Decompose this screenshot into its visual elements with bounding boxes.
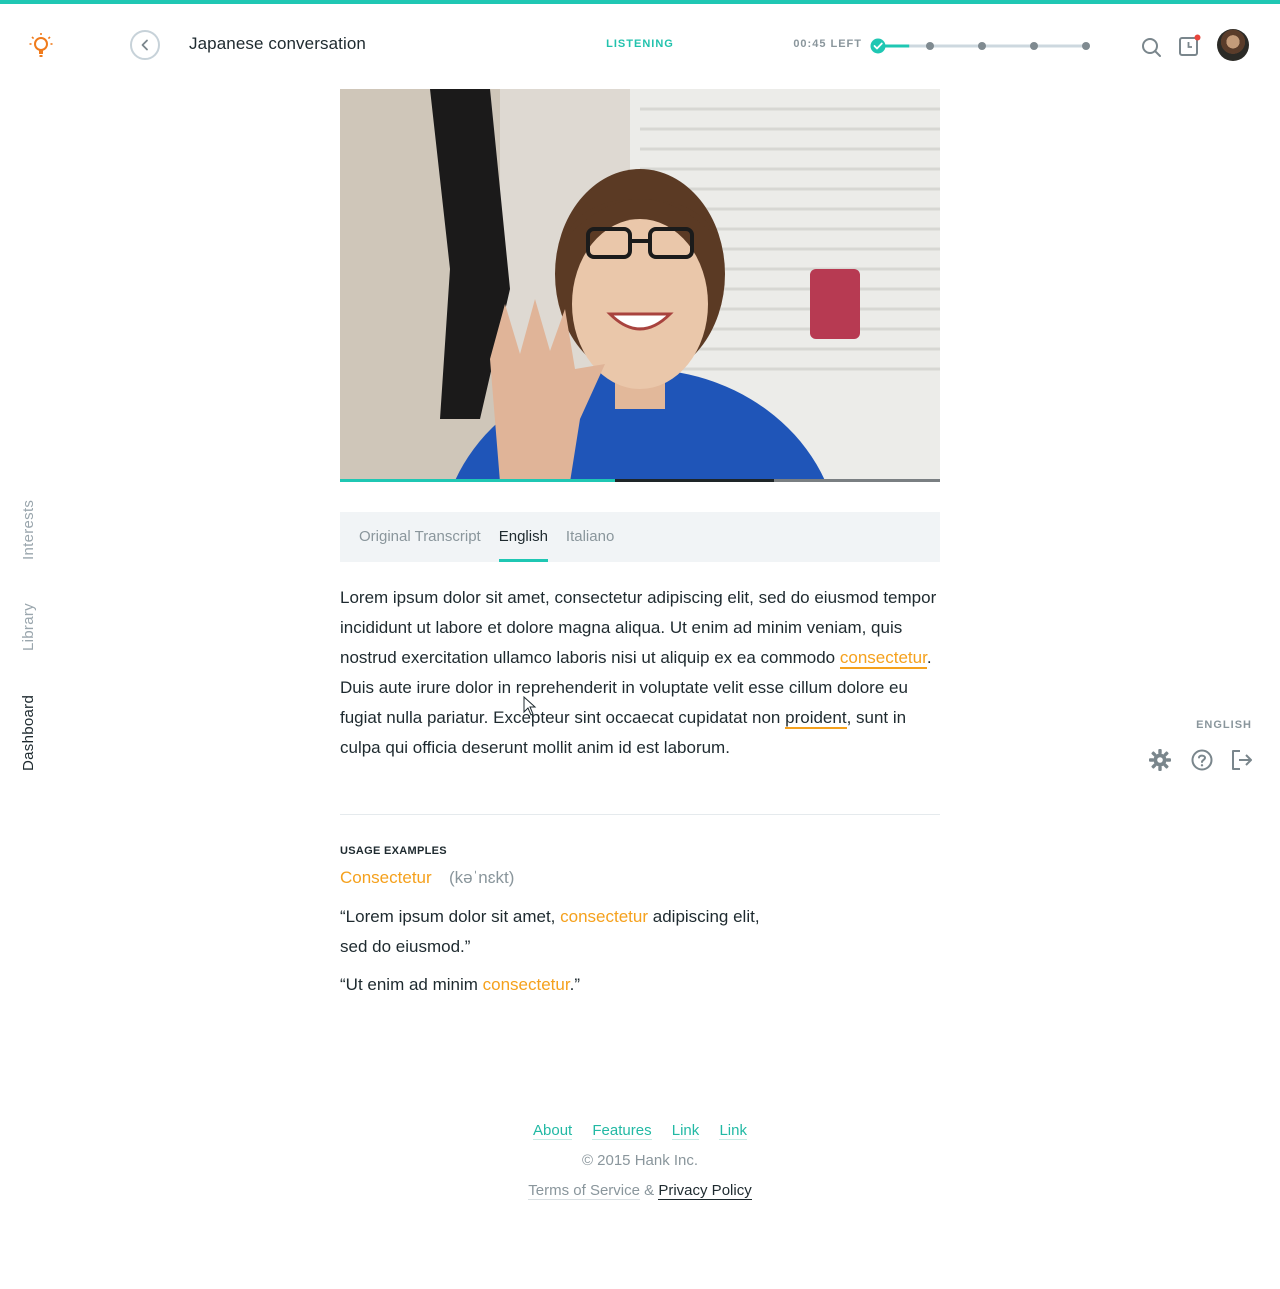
search-icon[interactable] bbox=[1140, 36, 1162, 58]
usage-word[interactable]: Consectetur bbox=[340, 868, 432, 888]
video-player[interactable] bbox=[340, 89, 940, 482]
example-text: “Ut enim ad minim bbox=[340, 975, 483, 994]
terms-of-service-link[interactable]: Terms of Service bbox=[528, 1182, 640, 1200]
usage-heading: USAGE EXAMPLES bbox=[340, 845, 447, 857]
example-word[interactable]: consectetur bbox=[483, 975, 570, 994]
sidebar-item-interests[interactable]: Interests bbox=[20, 500, 37, 560]
language-label[interactable]: ENGLISH bbox=[1170, 719, 1252, 731]
mouse-cursor bbox=[523, 696, 537, 716]
transcript-tabs: Original Transcript English Italiano bbox=[340, 512, 940, 562]
gear-icon[interactable] bbox=[1148, 748, 1172, 772]
chevron-left-icon bbox=[141, 39, 148, 51]
tab-italiano[interactable]: Italiano bbox=[566, 512, 614, 562]
usage-example: “Lorem ipsum dolor sit amet, consectetur… bbox=[340, 902, 770, 962]
transcript-text: Lorem ipsum dolor sit amet, consectetur … bbox=[340, 583, 940, 763]
video-frame bbox=[340, 89, 940, 482]
highlighted-word[interactable]: consectetur bbox=[839, 648, 927, 669]
privacy-policy-link[interactable]: Privacy Policy bbox=[658, 1182, 752, 1200]
mode-label: LISTENING bbox=[606, 38, 674, 50]
footer-links: About Features Link Link bbox=[0, 1122, 1280, 1140]
example-text: .” bbox=[569, 975, 580, 994]
video-played bbox=[340, 479, 615, 482]
footer-link[interactable]: Link bbox=[671, 1122, 700, 1140]
tab-english[interactable]: English bbox=[498, 512, 549, 562]
sidebar-item-library[interactable]: Library bbox=[20, 603, 37, 651]
back-button[interactable] bbox=[130, 30, 160, 60]
progress-step bbox=[978, 42, 986, 50]
time-left: 00:45 LEFT bbox=[793, 38, 862, 50]
logout-icon[interactable] bbox=[1230, 748, 1254, 772]
sidebar-item-dashboard[interactable]: Dashboard bbox=[20, 695, 37, 771]
video-seek-bar[interactable] bbox=[340, 479, 940, 482]
footer-link-about[interactable]: About bbox=[533, 1122, 573, 1140]
divider bbox=[340, 814, 940, 815]
copyright: © 2015 Hank Inc. bbox=[581, 1152, 699, 1169]
avatar[interactable] bbox=[1217, 29, 1249, 61]
question-icon[interactable] bbox=[1190, 748, 1214, 772]
usage-example: “Ut enim ad minim consectetur.” bbox=[340, 970, 770, 1000]
lightbulb-icon[interactable] bbox=[29, 32, 53, 60]
progress-step bbox=[1030, 42, 1038, 50]
progress-step bbox=[1082, 42, 1090, 50]
notification-dot bbox=[1194, 34, 1201, 41]
ampersand: & bbox=[644, 1182, 655, 1199]
highlighted-word[interactable]: proident bbox=[785, 708, 847, 729]
footer-link[interactable]: Link bbox=[719, 1122, 747, 1140]
header: Japanese conversation LISTENING 00:45 LE… bbox=[0, 4, 1280, 88]
legal-links: Terms of Service & Privacy Policy bbox=[0, 1182, 1280, 1200]
lesson-progress bbox=[870, 38, 1090, 54]
calendar-clock-icon[interactable] bbox=[1178, 34, 1202, 58]
progress-step-done bbox=[870, 38, 886, 54]
tab-original-transcript[interactable]: Original Transcript bbox=[359, 512, 481, 562]
page-title: Japanese conversation bbox=[189, 34, 366, 53]
usage-phonetic: (kəˈnɛkt) bbox=[449, 868, 515, 887]
progress-step bbox=[926, 42, 934, 50]
example-word[interactable]: consectetur bbox=[560, 907, 648, 926]
example-text: “Lorem ipsum dolor sit amet, bbox=[340, 907, 561, 926]
footer-link-features[interactable]: Features bbox=[592, 1122, 652, 1140]
